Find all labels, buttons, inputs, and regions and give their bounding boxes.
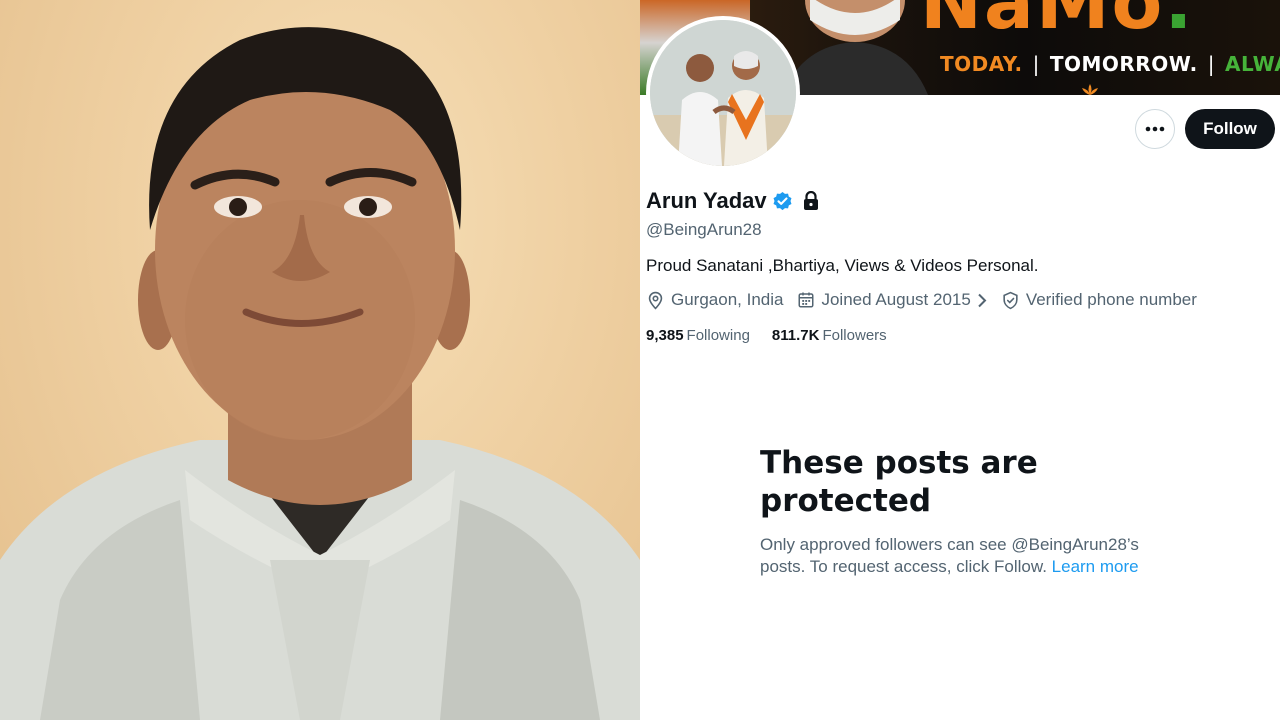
joined-item[interactable]: Joined August 2015 [797, 290, 987, 310]
joined-text: Joined August 2015 [821, 290, 971, 309]
portrait-photo [0, 0, 640, 720]
profile-name: Arun Yadav [646, 188, 767, 213]
profile-avatar[interactable] [646, 16, 800, 170]
followers-count: 811.7K [771, 327, 820, 344]
shield-check-icon [1003, 291, 1018, 309]
protected-body: Only approved followers can see @BeingAr… [760, 535, 1139, 576]
verified-badge-icon[interactable] [772, 191, 793, 212]
verified-phone-text: Verified phone number [1025, 290, 1197, 309]
profile-handle: @BeingArun28 [646, 220, 762, 239]
calendar-icon [798, 292, 814, 308]
profile-meta: Gurgaon, India Joined August 2015 Verifi… [646, 290, 1211, 310]
learn-more-link[interactable]: Learn more [1052, 557, 1139, 576]
portrait-illustration [0, 27, 640, 720]
banner-slogan: NaMo. [920, 0, 1195, 46]
chevron-right-icon [978, 293, 987, 307]
follow-button[interactable]: Follow [1185, 109, 1275, 149]
profile-bio: Proud Sanatani ,Bhartiya, Views & Videos… [646, 256, 1039, 275]
profile-panel: NaMo. TODAY.|TOMORROW.|ALWAYS. Follow Ar… [640, 0, 1280, 720]
location-pin-icon [648, 291, 663, 310]
more-horizontal-icon [1145, 126, 1165, 132]
lock-icon [803, 191, 818, 210]
avatar-photo [650, 20, 796, 166]
lotus-icon [1082, 84, 1098, 95]
followers-link[interactable]: 811.7K Followers [772, 327, 887, 344]
following-link[interactable]: 9,385 Following [646, 327, 750, 344]
following-label: Following [686, 327, 750, 344]
location-text: Gurgaon, India [671, 290, 784, 309]
more-options-button[interactable] [1135, 109, 1175, 149]
banner-tagline: TODAY.|TOMORROW.|ALWAYS. [940, 52, 1280, 76]
profile-name-row: Arun Yadav [646, 188, 820, 214]
protected-notice: These posts are protected Only approved … [760, 444, 1160, 578]
verified-phone-item: Verified phone number [1001, 290, 1197, 310]
profile-counts: 9,385 Following 811.7K Followers [646, 327, 909, 344]
protected-title: These posts are protected [760, 445, 1038, 519]
followers-label: Followers [822, 327, 887, 344]
location-item: Gurgaon, India [646, 290, 783, 310]
following-count: 9,385 [646, 327, 684, 344]
